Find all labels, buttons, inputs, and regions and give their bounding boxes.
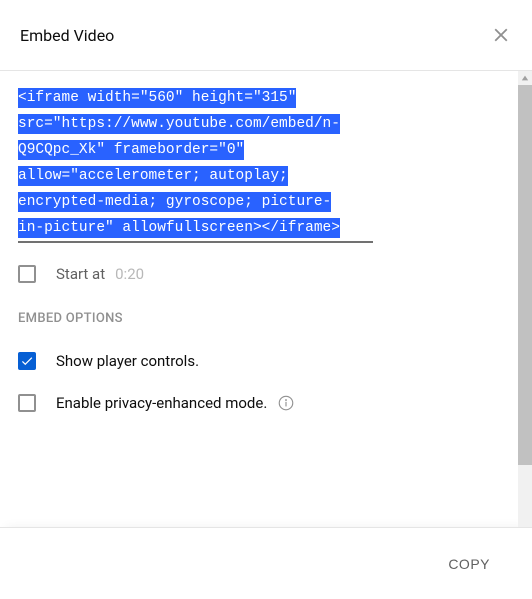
player-controls-option: Show player controls. [18,352,500,370]
start-at-row: Start at 0:20 [18,265,500,283]
privacy-mode-label: Enable privacy-enhanced mode. [56,394,267,412]
privacy-mode-checkbox[interactable] [18,394,36,412]
dialog-header: Embed Video [0,0,532,71]
code-underline [18,241,373,243]
scrollbar-thumb[interactable] [518,85,532,465]
start-at-label: Start at [56,265,105,283]
info-icon[interactable] [277,394,295,412]
content-area: <iframe width="560" height="315" src="ht… [0,71,518,527]
dialog-title: Embed Video [20,26,114,45]
close-icon [490,24,512,46]
content-wrapper: <iframe width="560" height="315" src="ht… [0,71,532,527]
dialog-footer: COPY [0,527,532,599]
embed-video-dialog: Embed Video <iframe width="560" height="… [0,0,532,599]
copy-button[interactable]: COPY [436,548,502,580]
embed-code-textarea[interactable]: <iframe width="560" height="315" src="ht… [18,85,500,241]
scroll-up-arrow[interactable] [518,71,532,85]
start-at-time-input[interactable]: 0:20 [115,265,144,283]
privacy-mode-option: Enable privacy-enhanced mode. [18,394,500,412]
close-button[interactable] [486,20,516,50]
scrollbar[interactable] [518,71,532,527]
player-controls-label: Show player controls. [56,352,199,370]
start-at-checkbox[interactable] [18,265,36,283]
check-icon [20,354,34,368]
player-controls-checkbox[interactable] [18,352,36,370]
embed-options-heading: EMBED OPTIONS [18,311,500,326]
